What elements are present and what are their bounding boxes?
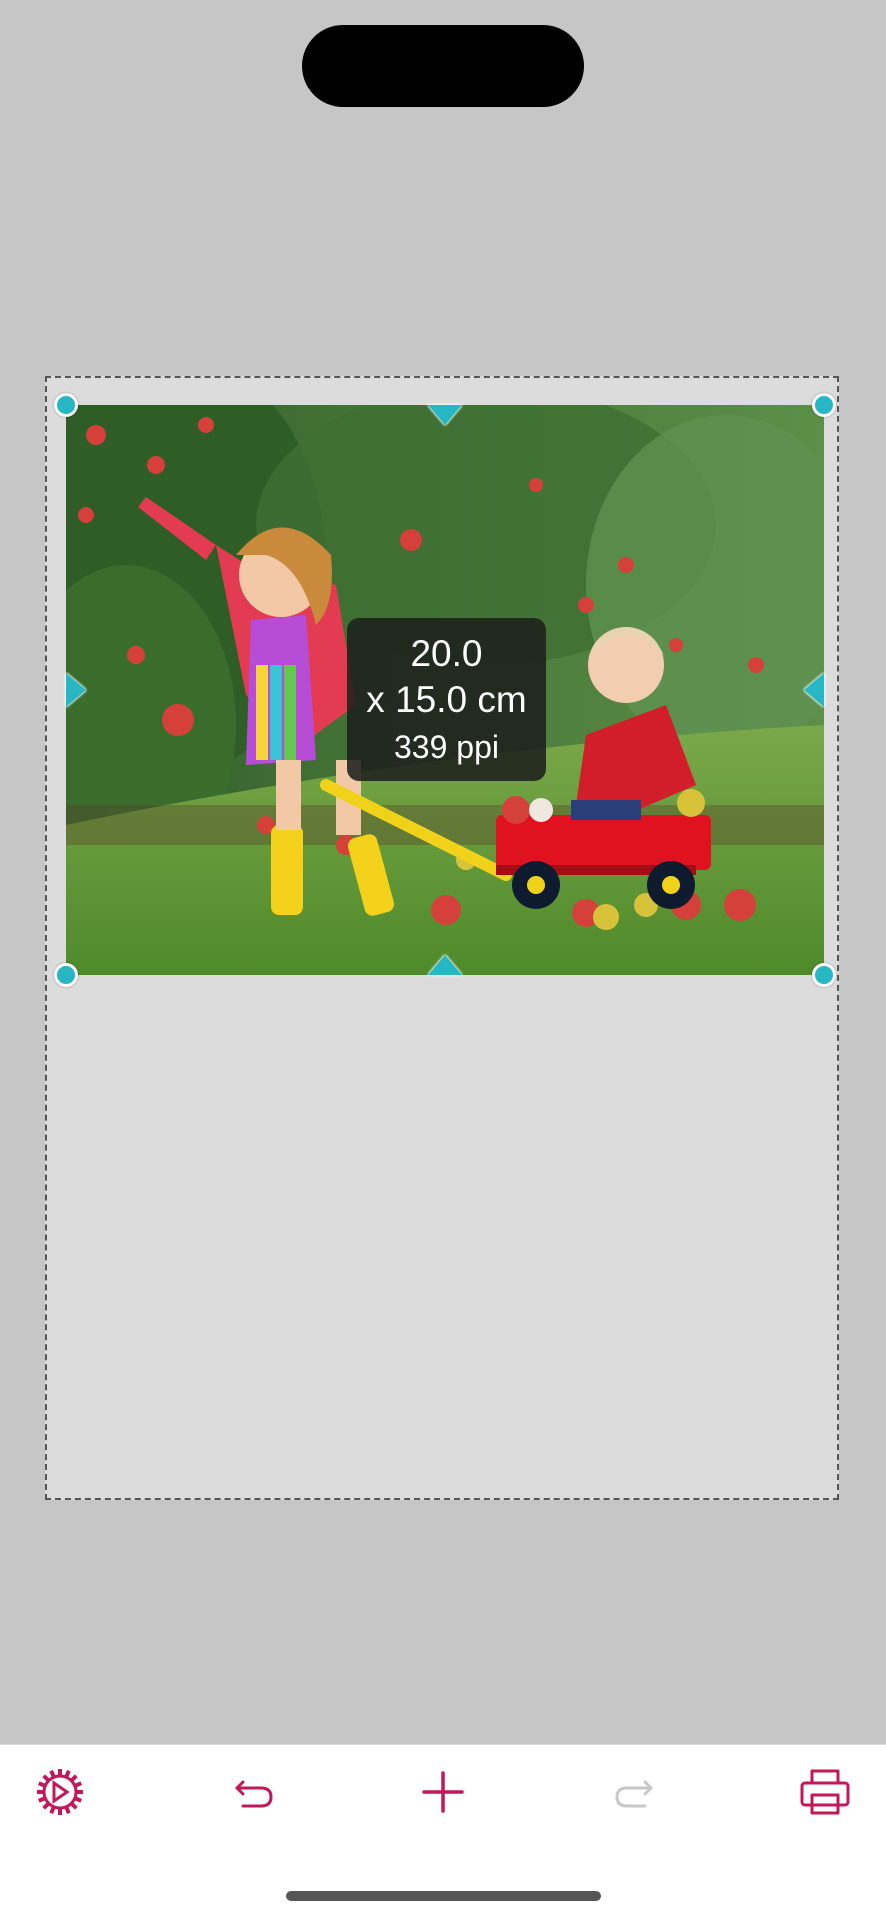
- resolution-text: 339 ppi: [394, 729, 499, 765]
- settings-button[interactable]: [30, 1762, 90, 1822]
- print-button[interactable]: [795, 1762, 855, 1822]
- photo-size-overlay: 20.0 x 15.0 cm 339 ppi: [347, 618, 546, 781]
- printer-icon: [800, 1769, 850, 1815]
- home-indicator[interactable]: [286, 1891, 601, 1901]
- print-width-text: 20.0: [410, 633, 483, 674]
- undo-icon: [235, 1780, 273, 1808]
- resize-handle-bottom-right[interactable]: [812, 963, 836, 987]
- resize-handle-bottom-edge[interactable]: [428, 955, 462, 975]
- dynamic-island: [302, 25, 584, 107]
- resize-handle-bottom-left[interactable]: [54, 963, 78, 987]
- resize-handle-top-right[interactable]: [812, 393, 836, 417]
- resize-handle-right-edge[interactable]: [804, 673, 824, 707]
- undo-button[interactable]: [224, 1762, 284, 1822]
- add-plus-icon: [422, 1771, 464, 1813]
- add-button[interactable]: [413, 1762, 473, 1822]
- resize-handle-top-left[interactable]: [54, 393, 78, 417]
- redo-icon: [615, 1780, 653, 1808]
- redo-button[interactable]: [604, 1762, 664, 1822]
- print-height-text: x 15.0 cm: [366, 679, 527, 720]
- settings-gear-icon: [37, 1769, 83, 1815]
- resize-handle-top-edge[interactable]: [428, 405, 462, 425]
- resize-handle-left-edge[interactable]: [66, 673, 86, 707]
